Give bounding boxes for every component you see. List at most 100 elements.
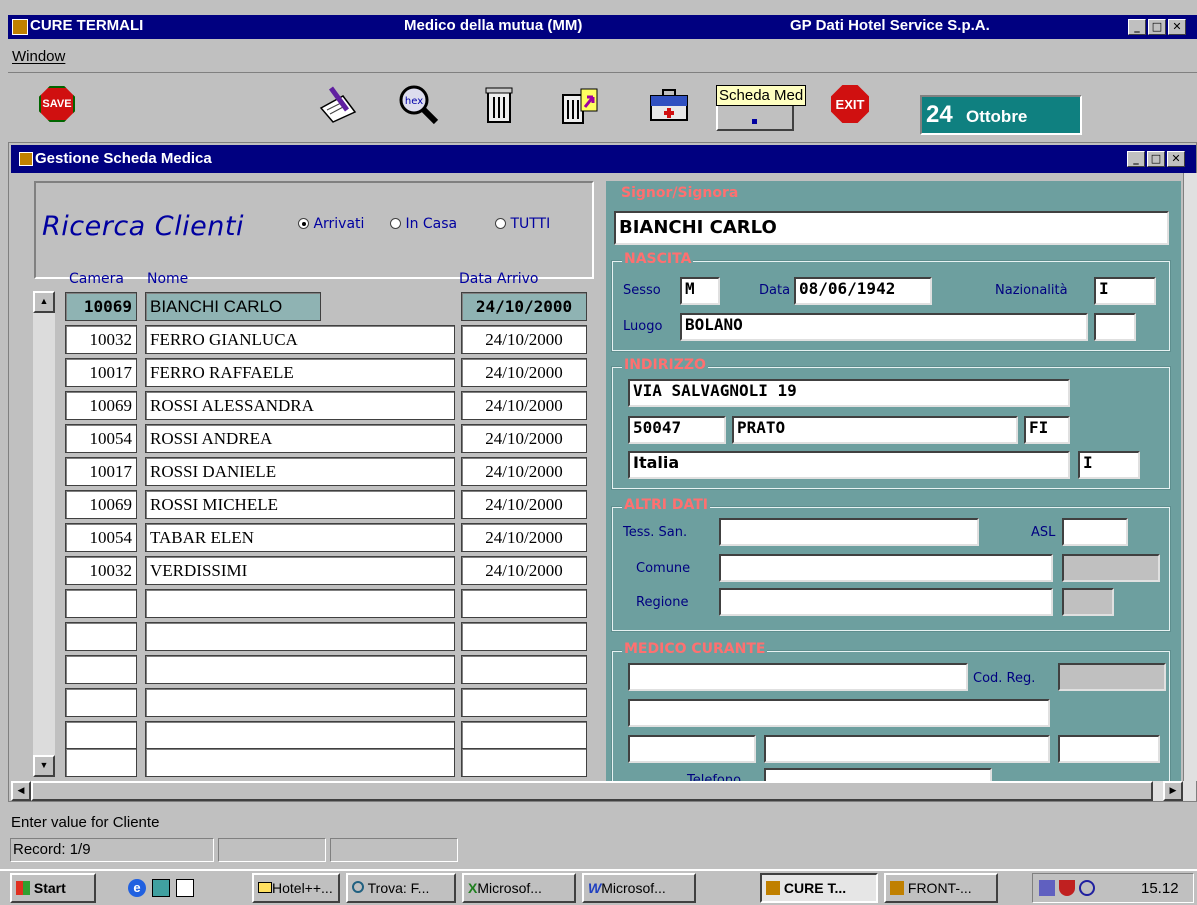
row-9-nome[interactable]: VERDISSIMI bbox=[145, 556, 455, 585]
empty-row-data[interactable] bbox=[461, 721, 587, 750]
radio-tutti[interactable]: TUTTI bbox=[495, 216, 550, 232]
row-2-data[interactable]: 24/10/2000 bbox=[461, 325, 587, 354]
row-7-data[interactable]: 24/10/2000 bbox=[461, 490, 587, 519]
row-7-nome[interactable]: ROSSI MICHELE bbox=[145, 490, 455, 519]
comune-field[interactable] bbox=[719, 554, 1053, 582]
radio-in-casa[interactable]: In Casa bbox=[390, 216, 457, 232]
empty-row-nome[interactable] bbox=[145, 655, 455, 684]
tray-icon-1[interactable] bbox=[1039, 880, 1055, 896]
empty-row-camera[interactable] bbox=[65, 589, 137, 618]
notepad-icon[interactable] bbox=[176, 879, 194, 897]
row-8-camera[interactable]: 10054 bbox=[65, 523, 137, 552]
empty-row-camera[interactable] bbox=[65, 748, 137, 777]
task-excel[interactable]: XMicrosof... bbox=[462, 873, 576, 903]
medico-prov-field[interactable] bbox=[1058, 735, 1160, 763]
empty-row-data[interactable] bbox=[461, 622, 587, 651]
medico-nome-field[interactable] bbox=[628, 663, 968, 691]
minimize-icon[interactable]: _ bbox=[1128, 19, 1146, 35]
row-3-data[interactable]: 24/10/2000 bbox=[461, 358, 587, 387]
row-2-nome[interactable]: FERRO GIANLUCA bbox=[145, 325, 455, 354]
medico-cap-field[interactable] bbox=[628, 735, 756, 763]
asl-field[interactable] bbox=[1062, 518, 1128, 546]
hscroll-left-button[interactable]: ◀ bbox=[11, 781, 31, 801]
start-button[interactable]: Start bbox=[10, 873, 96, 903]
shield-icon[interactable] bbox=[1059, 880, 1075, 896]
menu-window[interactable]: Window bbox=[12, 48, 65, 65]
luogo-code-field[interactable] bbox=[1094, 313, 1136, 341]
sub-minimize-icon[interactable]: _ bbox=[1127, 151, 1145, 167]
empty-row-nome[interactable] bbox=[145, 589, 455, 618]
paese-code-field[interactable]: I bbox=[1078, 451, 1140, 479]
row-5-nome[interactable]: ROSSI ANDREA bbox=[145, 424, 455, 453]
regione-field[interactable] bbox=[719, 588, 1053, 616]
search-button[interactable]: hex bbox=[394, 81, 442, 127]
row-7-camera[interactable]: 10069 bbox=[65, 490, 137, 519]
scroll-down-button[interactable]: ▼ bbox=[33, 755, 55, 777]
medico-citta-field[interactable] bbox=[764, 735, 1050, 763]
row-5-camera[interactable]: 10054 bbox=[65, 424, 137, 453]
tray-icon-3[interactable] bbox=[1079, 880, 1095, 896]
medical-kit-button[interactable] bbox=[645, 81, 693, 127]
ie-icon[interactable]: e bbox=[128, 879, 146, 897]
regione-code-field[interactable] bbox=[1062, 588, 1114, 616]
radio-arrivati[interactable]: Arrivati bbox=[298, 216, 364, 232]
row-6-camera[interactable]: 10017 bbox=[65, 457, 137, 486]
edit-record-button[interactable] bbox=[314, 81, 362, 127]
row-4-data[interactable]: 24/10/2000 bbox=[461, 391, 587, 420]
client-name-field[interactable]: BIANCHI CARLO bbox=[614, 211, 1169, 245]
empty-row-nome[interactable] bbox=[145, 688, 455, 717]
maximize-icon[interactable]: □ bbox=[1148, 19, 1166, 35]
row-3-nome[interactable]: FERRO RAFFAELE bbox=[145, 358, 455, 387]
tess-san-field[interactable] bbox=[719, 518, 979, 546]
empty-row-camera[interactable] bbox=[65, 655, 137, 684]
cod-reg-field[interactable] bbox=[1058, 663, 1166, 691]
row-6-data[interactable]: 24/10/2000 bbox=[461, 457, 587, 486]
citta-field[interactable]: PRATO bbox=[732, 416, 1018, 444]
sub-close-icon[interactable]: ✕ bbox=[1167, 151, 1185, 167]
comune-code-field[interactable] bbox=[1062, 554, 1160, 582]
task-hotel[interactable]: Hotel++... bbox=[252, 873, 340, 903]
task-cure-termali[interactable]: CURE T... bbox=[760, 873, 878, 903]
close-icon[interactable]: ✕ bbox=[1168, 19, 1186, 35]
luogo-field[interactable]: BOLANO bbox=[680, 313, 1088, 341]
row-1-nome[interactable]: BIANCHI CARLO bbox=[145, 292, 321, 321]
empty-row-data[interactable] bbox=[461, 748, 587, 777]
row-8-data[interactable]: 24/10/2000 bbox=[461, 523, 587, 552]
nazionalita-field[interactable]: I bbox=[1094, 277, 1156, 305]
row-4-nome[interactable]: ROSSI ALESSANDRA bbox=[145, 391, 455, 420]
empty-row-nome[interactable] bbox=[145, 721, 455, 750]
list-scrollbar[interactable]: ▲ ▼ bbox=[33, 291, 55, 777]
paese-field[interactable]: Italia bbox=[628, 451, 1070, 479]
hscroll-right-button[interactable]: ▶ bbox=[1163, 781, 1183, 801]
empty-row-camera[interactable] bbox=[65, 688, 137, 717]
row-5-data[interactable]: 24/10/2000 bbox=[461, 424, 587, 453]
row-4-camera[interactable]: 10069 bbox=[65, 391, 137, 420]
data-nascita-field[interactable]: 08/06/1942 bbox=[794, 277, 932, 305]
row-6-nome[interactable]: ROSSI DANIELE bbox=[145, 457, 455, 486]
row-1-data[interactable]: 24/10/2000 bbox=[461, 292, 587, 321]
window-vscrollbar[interactable] bbox=[1183, 173, 1197, 781]
sub-maximize-icon[interactable]: □ bbox=[1147, 151, 1165, 167]
empty-row-data[interactable] bbox=[461, 589, 587, 618]
empty-row-data[interactable] bbox=[461, 655, 587, 684]
telefono-field[interactable] bbox=[764, 768, 992, 781]
prov-field[interactable]: FI bbox=[1024, 416, 1070, 444]
row-9-data[interactable]: 24/10/2000 bbox=[461, 556, 587, 585]
sesso-field[interactable]: M bbox=[680, 277, 720, 305]
row-9-camera[interactable]: 10032 bbox=[65, 556, 137, 585]
row-1-camera[interactable]: 10069 bbox=[65, 292, 137, 321]
row-2-camera[interactable]: 10032 bbox=[65, 325, 137, 354]
export-button[interactable] bbox=[556, 81, 604, 127]
medico-indirizzo-field[interactable] bbox=[628, 699, 1050, 727]
row-8-nome[interactable]: TABAR ELEN bbox=[145, 523, 455, 552]
task-trova[interactable]: Trova: F... bbox=[346, 873, 456, 903]
task-front[interactable]: FRONT-... bbox=[884, 873, 998, 903]
empty-row-camera[interactable] bbox=[65, 721, 137, 750]
scroll-up-button[interactable]: ▲ bbox=[33, 291, 55, 313]
desktop-icon[interactable] bbox=[152, 879, 170, 897]
task-word[interactable]: WMicrosof... bbox=[582, 873, 696, 903]
save-button[interactable]: SAVE bbox=[33, 81, 81, 127]
hscroll-thumb[interactable] bbox=[31, 781, 1153, 801]
empty-row-camera[interactable] bbox=[65, 622, 137, 651]
window-hscrollbar[interactable]: ◀ ▶ bbox=[11, 781, 1196, 801]
